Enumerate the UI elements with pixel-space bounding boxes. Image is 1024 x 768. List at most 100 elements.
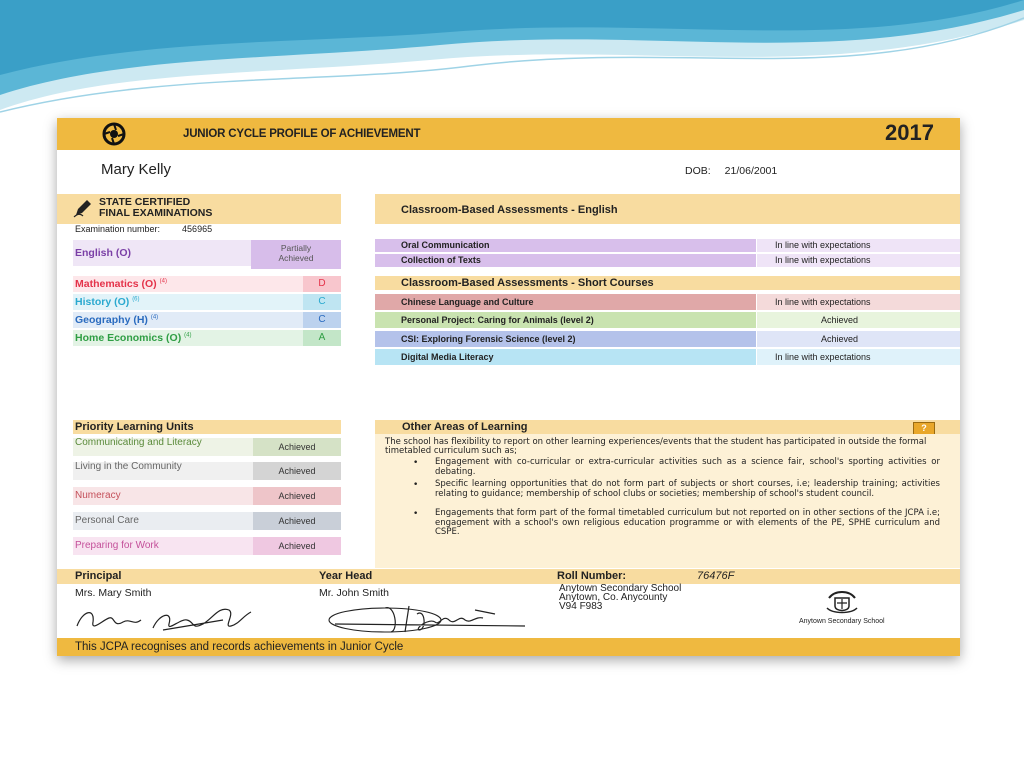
- subject-grade: C: [303, 294, 341, 310]
- plu-heading-text: Priority Learning Units: [75, 421, 194, 433]
- exam-number-value: 456965: [182, 224, 213, 234]
- other-areas-heading: Other Areas of Learning: [375, 420, 960, 434]
- jcpa-logo-icon: [102, 122, 126, 146]
- course-name: Chinese Language and Culture: [401, 297, 534, 307]
- year-head-signature: [328, 605, 526, 633]
- subject-note: (4): [184, 332, 192, 339]
- cba-english-row: Oral Communication In line with expectat…: [375, 239, 960, 252]
- plu-result: Achieved: [253, 487, 341, 505]
- subject-name: English (O): [75, 247, 131, 259]
- plu-name: Personal Care: [75, 515, 139, 526]
- subject-note: (4): [159, 278, 167, 285]
- bullet-icon: •: [413, 458, 419, 468]
- jcpa-certificate: JUNIOR CYCLE PROFILE OF ACHIEVEMENT 2017…: [57, 118, 960, 656]
- plu-heading: Priority Learning Units: [73, 420, 341, 434]
- subject-history: History (O) (6) C: [73, 294, 341, 310]
- plu-row: Preparing for Work Achieved: [73, 537, 341, 555]
- course-result: Achieved: [821, 334, 859, 344]
- short-course-row: Personal Project: Caring for Animals (le…: [375, 312, 960, 328]
- statement-bar: This JCPA recognises and records achieve…: [57, 638, 960, 656]
- school-address: Anytown Secondary School Anytown, Co. An…: [559, 584, 681, 612]
- grade-line2: Achieved: [278, 253, 314, 263]
- address-line: V94 F983: [559, 601, 603, 612]
- bullet-icon: •: [413, 480, 419, 490]
- subject-name: Geography (H): [75, 314, 148, 326]
- course-result: Achieved: [821, 315, 859, 325]
- exam-number-label: Examination number:: [75, 224, 161, 234]
- assessment-name: Collection of Texts: [401, 255, 481, 265]
- plu-name: Communicating and Literacy: [75, 437, 202, 448]
- subject-name: Mathematics (O): [75, 278, 157, 290]
- principal-signature: [76, 608, 252, 631]
- subject-grade: A: [303, 330, 341, 346]
- cba-english-heading-text: Classroom-Based Assessments - English: [401, 204, 618, 216]
- date-of-birth: DOB: 21/06/2001: [685, 165, 777, 177]
- subject-name: History (O): [75, 296, 130, 308]
- plu-row: Personal Care Achieved: [73, 512, 341, 530]
- exam-number: Examination number: 456965: [75, 224, 212, 234]
- bullet-icon: •: [413, 509, 419, 519]
- course-name: CSI: Exploring Forensic Science (level 2…: [401, 334, 576, 344]
- principal-label: Principal: [75, 570, 122, 582]
- other-areas-intro: The school has flexibility to report on …: [385, 437, 927, 456]
- assessment-result: In line with expectations: [775, 240, 871, 250]
- other-areas-body: The school has flexibility to report on …: [375, 434, 960, 568]
- short-course-row: Chinese Language and Culture In line wit…: [375, 294, 960, 310]
- recognition-statement: This JCPA recognises and records achieve…: [75, 641, 404, 653]
- roll-number-label: Roll Number:: [557, 570, 627, 582]
- plu-name: Living in the Community: [75, 461, 182, 472]
- cba-short-courses-heading: Classroom-Based Assessments - Short Cour…: [375, 276, 960, 290]
- plu-row: Living in the Community Achieved: [73, 462, 341, 480]
- subject-grade: Partially Achieved: [251, 240, 341, 269]
- plu-row: Numeracy Achieved: [73, 487, 341, 505]
- background-wave: [0, 0, 1024, 113]
- principal-name: Mrs. Mary Smith: [75, 587, 152, 599]
- dob-label: DOB:: [685, 165, 711, 177]
- subject-home-economics: Home Economics (O) (4) A: [73, 330, 341, 346]
- title-bar: JUNIOR CYCLE PROFILE OF ACHIEVEMENT 2017: [57, 118, 960, 150]
- school-name: Anytown Secondary School: [799, 618, 885, 625]
- subject-english: English (O) Partially Achieved: [73, 240, 341, 269]
- course-name: Personal Project: Caring for Animals (le…: [401, 315, 594, 325]
- plu-row: Communicating and Literacy Achieved: [73, 438, 341, 456]
- short-course-row: Digital Media Literacy In line with expe…: [375, 349, 960, 365]
- cba-english-row: Collection of Texts In line with expecta…: [375, 254, 960, 267]
- plu-result: Achieved: [253, 462, 341, 480]
- grade-line1: Partially: [280, 243, 312, 253]
- subject-name: Home Economics (O): [75, 332, 182, 344]
- signatures-bar: Principal Year Head Roll Number: 76476F: [57, 569, 960, 584]
- other-areas-heading-text: Other Areas of Learning: [402, 421, 528, 433]
- subject-note: (6): [132, 296, 140, 303]
- plu-result: Achieved: [253, 512, 341, 530]
- other-areas-bullet: Specific learning opportunities that do …: [435, 479, 940, 499]
- student-name: Mary Kelly: [101, 161, 172, 178]
- plu-name: Preparing for Work: [75, 540, 159, 551]
- subject-note: (4): [150, 314, 159, 321]
- state-exams-heading-line2: FINAL EXAMINATIONS: [99, 207, 213, 219]
- subject-grade: C: [303, 312, 341, 328]
- year: 2017: [885, 120, 934, 145]
- plu-result: Achieved: [253, 537, 341, 555]
- document-title: JUNIOR CYCLE PROFILE OF ACHIEVEMENT: [183, 128, 421, 140]
- short-course-row: CSI: Exploring Forensic Science (level 2…: [375, 331, 960, 347]
- plu-result: Achieved: [253, 438, 341, 456]
- other-areas-bullet: Engagements that form part of the formal…: [435, 508, 940, 537]
- cba-english-heading: Classroom-Based Assessments - English: [375, 194, 960, 224]
- subject-mathematics: Mathematics (O) (4) D: [73, 276, 341, 292]
- course-result: In line with expectations: [775, 297, 871, 307]
- pen-icon: [73, 200, 91, 218]
- subject-grade: D: [303, 276, 341, 292]
- dob-value: 21/06/2001: [724, 165, 778, 177]
- assessment-name: Oral Communication: [401, 240, 490, 250]
- course-name: Digital Media Literacy: [401, 352, 494, 362]
- subject-geography: Geography (H) (4) C: [73, 312, 341, 328]
- assessment-result: In line with expectations: [775, 255, 871, 265]
- school-crest-icon: [826, 591, 858, 614]
- plu-name: Numeracy: [75, 490, 121, 501]
- year-head-label: Year Head: [319, 570, 373, 582]
- roll-number-value: 76476F: [697, 570, 735, 582]
- year-head-name: Mr. John Smith: [319, 587, 390, 599]
- other-areas-bullet: Engagement with co-curricular or extra-c…: [435, 457, 940, 477]
- state-exams-heading: STATE CERTIFIED FINAL EXAMINATIONS: [57, 194, 341, 224]
- cba-short-heading-text: Classroom-Based Assessments - Short Cour…: [401, 277, 654, 289]
